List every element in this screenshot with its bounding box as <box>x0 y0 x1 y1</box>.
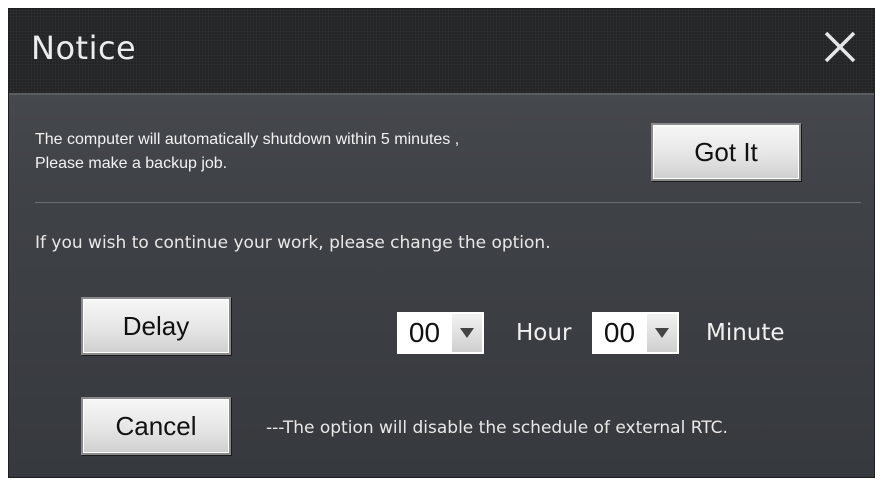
close-icon <box>824 31 856 63</box>
dialog-title: Notice <box>31 29 137 67</box>
triangle-down-icon[interactable] <box>452 314 482 352</box>
triangle-down-icon[interactable] <box>647 314 677 352</box>
hour-label: Hour <box>516 320 572 346</box>
got-it-button[interactable]: Got It <box>651 123 801 181</box>
notice-dialog: Notice The computer will automatically s… <box>8 8 875 478</box>
shutdown-message-line1: The computer will automatically shutdown… <box>35 131 460 148</box>
option-instruction: If you wish to continue your work, pleas… <box>35 233 551 253</box>
minute-select[interactable]: 00 <box>592 312 679 354</box>
delay-button[interactable]: Delay <box>81 297 231 355</box>
shutdown-message-line2: Please make a backup job. <box>35 155 228 172</box>
cancel-note: ---The option will disable the schedule … <box>266 418 728 438</box>
minute-label: Minute <box>706 320 785 346</box>
title-bar: Notice <box>9 9 874 95</box>
close-button[interactable] <box>820 27 860 67</box>
hour-value: 00 <box>408 317 441 348</box>
divider <box>35 202 861 203</box>
hour-select[interactable]: 00 <box>397 312 484 354</box>
cancel-button[interactable]: Cancel <box>81 397 231 455</box>
minute-value: 00 <box>603 317 636 348</box>
